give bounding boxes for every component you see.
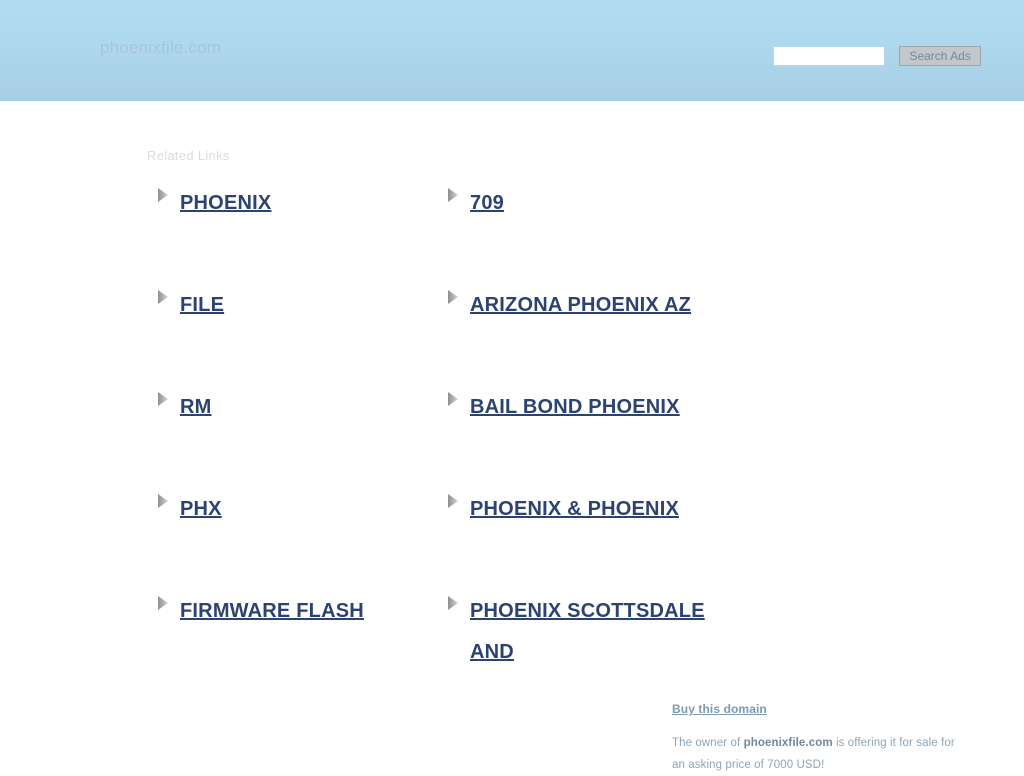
related-link-label[interactable]: RM [180,387,212,428]
related-link-label[interactable]: FILE [180,285,224,326]
related-link-item[interactable]: FILE [158,285,448,326]
related-link-item[interactable]: BAIL BOND PHOENIX [448,387,738,428]
triangle-right-icon [158,494,168,508]
domain-sale-footer: Buy this domain The owner of phoenixfile… [672,700,972,776]
domain-sale-note: The owner of phoenixfile.com is offering… [672,732,960,776]
related-link-item[interactable]: ARIZONA PHOENIX AZ [448,285,738,326]
search-ads-button[interactable]: Search Ads [899,46,981,66]
sale-note-prefix: The owner of [672,737,744,749]
triangle-right-icon [158,392,168,406]
table-row: RM BAIL BOND PHOENIX [158,387,758,489]
related-link-label[interactable]: FIRMWARE FLASH [180,591,364,632]
search-input[interactable] [773,46,885,66]
related-link-item[interactable]: PHOENIX SCOTTSDALE AND [448,591,738,673]
table-row: PHOENIX 709 [158,183,758,285]
table-row: FILE ARIZONA PHOENIX AZ [158,285,758,387]
related-link-label[interactable]: PHX [180,489,222,530]
page-header: phoenixfile.com Search Ads [0,0,1024,101]
triangle-right-icon [158,188,168,202]
related-links-grid: PHOENIX 709 FILE ARIZONA PHOENIX AZ RM B… [158,183,758,693]
triangle-right-icon [448,290,458,304]
triangle-right-icon [158,290,168,304]
triangle-right-icon [448,188,458,202]
table-row: FIRMWARE FLASH PHOENIX SCOTTSDALE AND [158,591,758,693]
triangle-right-icon [448,596,458,610]
related-link-label[interactable]: ARIZONA PHOENIX AZ [470,285,691,326]
related-link-item[interactable]: 709 [448,183,738,224]
related-link-label[interactable]: PHOENIX & PHOENIX [470,489,679,530]
site-title: phoenixfile.com [100,38,222,57]
related-link-item[interactable]: PHOENIX & PHOENIX [448,489,738,530]
related-link-label[interactable]: 709 [470,183,504,224]
related-links-label: Related Links [147,148,230,163]
triangle-right-icon [448,392,458,406]
table-row: PHX PHOENIX & PHOENIX [158,489,758,591]
triangle-right-icon [448,494,458,508]
related-link-item[interactable]: RM [158,387,448,428]
related-link-label[interactable]: PHOENIX SCOTTSDALE AND [470,591,715,673]
related-link-item[interactable]: PHX [158,489,448,530]
sale-note-domain: phoenixfile.com [743,737,833,749]
ad-search-area: Search Ads [773,46,981,66]
related-link-item[interactable]: PHOENIX [158,183,448,224]
related-link-label[interactable]: PHOENIX [180,183,271,224]
buy-this-domain-link[interactable]: Buy this domain [672,702,767,716]
related-link-item[interactable]: FIRMWARE FLASH [158,591,448,632]
triangle-right-icon [158,596,168,610]
related-link-label[interactable]: BAIL BOND PHOENIX [470,387,680,428]
